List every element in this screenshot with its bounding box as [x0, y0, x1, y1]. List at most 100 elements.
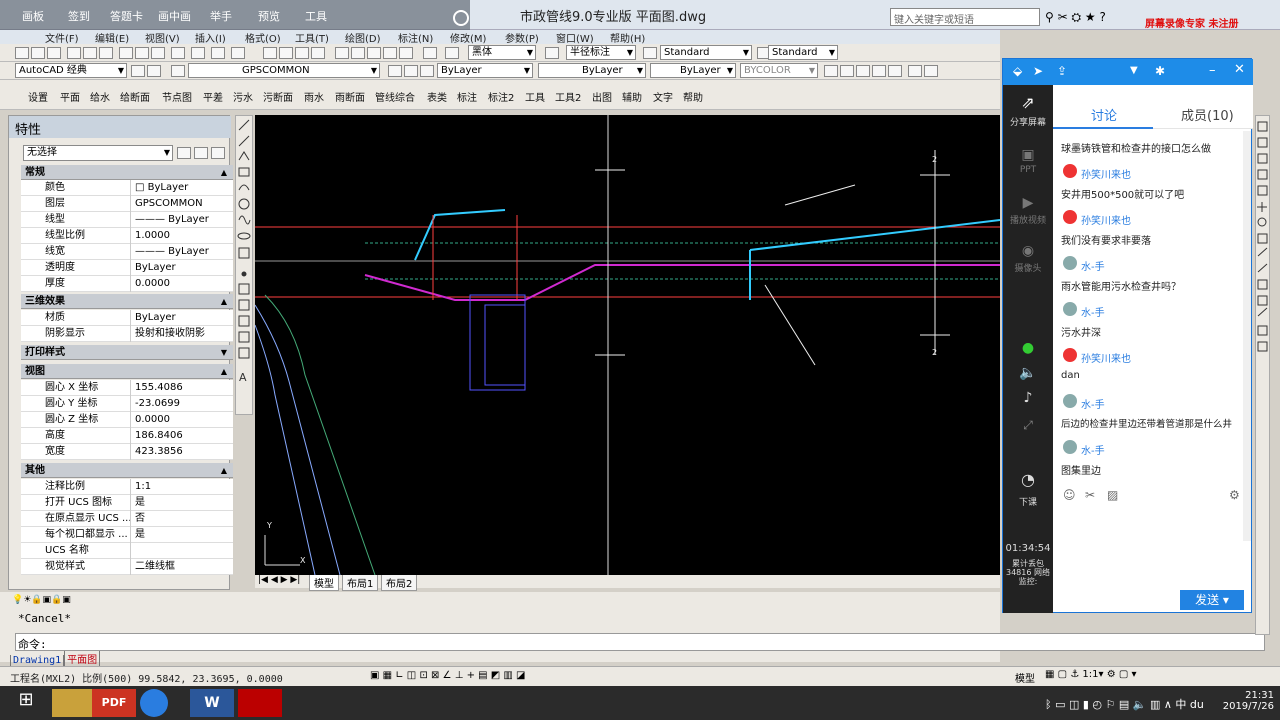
command-button[interactable]: 污水 [233, 89, 253, 104]
send-button[interactable]: 发送 ▾ [1180, 590, 1244, 610]
play-video-button[interactable]: 播放视频 [1003, 213, 1053, 226]
video-player-icon[interactable] [140, 689, 168, 717]
property-row[interactable]: 图层 GPSCOMMON [21, 196, 233, 212]
selection-select[interactable]: 无选择 ▼ [23, 145, 173, 161]
tool-palettes-icon[interactable] [367, 47, 381, 59]
speaker-icon[interactable]: 🔈 [1003, 365, 1053, 381]
microphone-icon[interactable]: ● [1003, 340, 1053, 356]
quick-select-icon[interactable] [211, 147, 225, 159]
message-author[interactable]: 孙笑川来也 [1081, 212, 1131, 227]
end-class-button[interactable]: 下课 [1003, 495, 1053, 508]
modify-tool-icons[interactable] [1256, 116, 1269, 634]
property-row[interactable]: 厚度 0.0000 [21, 276, 233, 292]
overlay-tab[interactable]: 画板 [22, 8, 44, 24]
lights-icon[interactable] [856, 65, 870, 77]
camera-icon[interactable]: ◉ [1003, 243, 1053, 259]
menu-item[interactable]: 参数(P) [505, 30, 539, 45]
cad-drawing[interactable]: 2 2 Y X [254, 115, 1001, 576]
table-style-icon[interactable] [643, 47, 657, 59]
share-screen-button[interactable]: 分享屏幕 [1003, 115, 1053, 128]
layer-select[interactable]: GPSCOMMON ▼ [188, 63, 380, 78]
message-author[interactable]: 水-手 [1081, 396, 1105, 411]
property-row[interactable]: 打开 UCS 图标是 [21, 495, 233, 511]
send-arrow-icon[interactable]: ➤ [1033, 64, 1043, 78]
doc-tab-plan[interactable]: 平面图 [64, 651, 101, 667]
overlay-tab[interactable]: 答题卡 [110, 8, 143, 24]
tab-discussion[interactable]: 讨论 [1091, 105, 1117, 124]
annotation-scale-icons[interactable]: ▦ ▢ ⚓ 1:1▾ ⚙ ▢ ▾ [1045, 669, 1136, 680]
match-properties-icon[interactable] [171, 47, 185, 59]
preview-icon[interactable] [83, 47, 97, 59]
drafting-toggle-icons[interactable]: ▣ ▦ ∟ ◫ ⊡ ⊠ ∠ ⊥ + ▤ ◩ ▥ ◪ [370, 670, 525, 681]
open-icon[interactable] [31, 47, 45, 59]
overlay-tab[interactable]: 预览 [258, 8, 280, 24]
plotstyle-select[interactable]: BYCOLOR ▼ [740, 63, 818, 78]
property-row[interactable]: 线型 ——— ByLayer [21, 212, 233, 228]
undo-icon[interactable] [211, 47, 225, 59]
property-row[interactable]: 透明度 ByLayer [21, 260, 233, 276]
menu-item[interactable]: 格式(O) [245, 30, 281, 45]
command-button[interactable]: 工具2 [555, 89, 581, 104]
text-style-icon[interactable] [445, 47, 459, 59]
overlay-tab[interactable]: 工具 [305, 8, 327, 24]
workspace-settings-icon[interactable] [131, 65, 145, 77]
property-row[interactable]: 颜色 □ ByLayer [21, 180, 233, 196]
command-button[interactable]: 给水 [90, 89, 110, 104]
property-row[interactable]: 圆心 Z 坐标 0.0000 [21, 412, 233, 428]
property-row[interactable]: 线型比例 1.0000 [21, 228, 233, 244]
new-icon[interactable] [15, 47, 29, 59]
menu-item[interactable]: 绘图(D) [345, 30, 381, 45]
section-plot-style[interactable]: 打印样式 ▼ [21, 345, 233, 360]
tab-layout2[interactable]: 布局2 [381, 575, 418, 591]
layer-state-icon[interactable] [420, 65, 434, 77]
property-row[interactable]: 阴影显示 投射和接收阴影 [21, 326, 233, 342]
command-button[interactable]: 管线综合 [375, 89, 415, 104]
model-space-label[interactable]: 模型 [1015, 670, 1035, 685]
multileader-select[interactable]: Standard ▼ [768, 45, 838, 60]
music-icon[interactable]: ♪ [1003, 390, 1053, 406]
tab-model[interactable]: 模型 [309, 575, 339, 591]
tab-members[interactable]: 成员(10) [1181, 105, 1234, 124]
print-icon[interactable] [67, 47, 81, 59]
image-icon[interactable]: ▨ [1107, 488, 1118, 502]
menu-item[interactable]: 编辑(E) [95, 30, 129, 45]
property-row[interactable]: 线宽 ——— ByLayer [21, 244, 233, 260]
message-author[interactable]: 水-手 [1081, 442, 1105, 457]
menu-item[interactable]: 修改(M) [450, 30, 486, 45]
end-class-icon[interactable]: ◔ [1003, 470, 1053, 489]
property-row[interactable]: 圆心 Y 坐标 -23.0699 [21, 396, 233, 412]
property-row[interactable]: UCS 名称 [21, 543, 233, 559]
command-button[interactable]: 设置 [28, 89, 48, 104]
redo-icon[interactable] [231, 47, 245, 59]
chat-scrollbar[interactable] [1243, 131, 1251, 541]
message-author[interactable]: 孙笑川来也 [1081, 166, 1131, 181]
navigation-icon[interactable] [908, 65, 922, 77]
command-button[interactable]: 帮助 [683, 89, 703, 104]
lineweight-select[interactable]: ByLayer ▼ [650, 63, 736, 78]
block-editor-icon[interactable] [191, 47, 205, 59]
properties-icon[interactable] [335, 47, 349, 59]
settings-icon[interactable]: ⚙ [1229, 488, 1240, 502]
layer-manager-icon[interactable] [147, 65, 161, 77]
command-button[interactable]: 给断面 [120, 89, 150, 104]
menu-item[interactable]: 文件(F) [45, 30, 79, 45]
minimize-icon[interactable]: – [1209, 63, 1216, 78]
section-misc[interactable]: 其他 ▲ [21, 463, 233, 478]
menu-item[interactable]: 帮助(H) [610, 30, 645, 45]
command-button[interactable]: 雨水 [304, 89, 324, 104]
system-tray-icons[interactable]: ᛒ ▭ ◫ ▮ ◴ ⚐ ▤ 🔈 ▥ ∧ 中 du [1045, 696, 1204, 712]
command-button[interactable]: 雨断面 [335, 89, 365, 104]
menu-item[interactable]: 插入(I) [195, 30, 226, 45]
pin-icon[interactable]: ✱ [1155, 64, 1165, 78]
property-row[interactable]: 圆心 X 坐标 155.4086 [21, 380, 233, 396]
color-select[interactable]: ByLayer ▼ [437, 63, 533, 78]
section-general[interactable]: 常规 ▲ [21, 165, 233, 180]
visual-style-icon[interactable] [872, 65, 886, 77]
pdf-icon[interactable]: PDF [92, 689, 136, 717]
section-view[interactable]: 视图 ▲ [21, 364, 233, 379]
sheet-set-icon[interactable] [383, 47, 397, 59]
overlay-tab[interactable]: 画中画 [158, 8, 191, 24]
command-button[interactable]: 文字 [653, 89, 673, 104]
dimension-style-icon[interactable] [545, 47, 559, 59]
overlay-tab[interactable]: 签到 [68, 8, 90, 24]
